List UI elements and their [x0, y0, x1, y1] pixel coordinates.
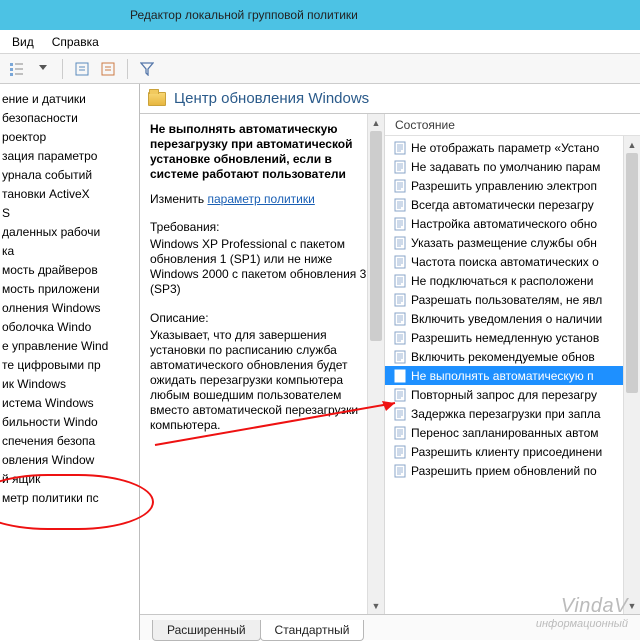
tree-item[interactable]: олнения Windows	[0, 299, 139, 318]
menu-help[interactable]: Справка	[52, 35, 99, 49]
description-text: Указывает, что для завершения установки …	[150, 328, 374, 433]
policy-list-panel: Состояние Не отображать параметр «Устано…	[385, 114, 640, 614]
toolbar-separator	[127, 59, 128, 79]
tree-item[interactable]: мость драйверов	[0, 261, 139, 280]
tree-item[interactable]: овления Window	[0, 451, 139, 470]
policy-row[interactable]: Включить рекомендуемые обнов	[385, 347, 640, 366]
tree-item[interactable]: спечения безопа	[0, 432, 139, 451]
tree-item[interactable]: метр политики пс	[0, 489, 139, 508]
description-panel: Не выполнять автоматическую перезагрузку…	[140, 114, 385, 614]
policy-row[interactable]: Указать размещение службы обн	[385, 233, 640, 252]
folder-icon	[148, 92, 166, 106]
tree-item[interactable]: S	[0, 204, 139, 223]
requirements-label: Требования:	[150, 220, 374, 235]
menubar: Вид Справка	[0, 30, 640, 54]
edit-policy-link[interactable]: параметр политики	[207, 192, 314, 206]
tree-item[interactable]: ик Windows	[0, 375, 139, 394]
policy-row-label: Разрешить клиенту присоединени	[411, 445, 602, 459]
policy-title: Не выполнять автоматическую перезагрузку…	[150, 122, 374, 182]
tree-item[interactable]: безопасности	[0, 109, 139, 128]
policy-row[interactable]: Разрешать пользователям, не явл	[385, 290, 640, 309]
scroll-up-icon[interactable]: ▲	[624, 136, 640, 153]
policy-row-label: Перенос запланированных автом	[411, 426, 599, 440]
tab-bar: Расширенный Стандартный	[140, 614, 640, 640]
tree-item[interactable]: роектор	[0, 128, 139, 147]
tree-item[interactable]: зация параметро	[0, 147, 139, 166]
policy-row[interactable]: Не отображать параметр «Устано	[385, 138, 640, 157]
policy-row[interactable]: Включить уведомления о наличии	[385, 309, 640, 328]
edit-label: Изменить	[150, 192, 204, 206]
tree-item[interactable]: те цифровыми пр	[0, 356, 139, 375]
policy-row-label: Разрешать пользователям, не явл	[411, 293, 602, 307]
tree-item[interactable]: й ящик	[0, 470, 139, 489]
toolbar-separator	[62, 59, 63, 79]
toolbar-dropdown-icon[interactable]	[34, 60, 52, 78]
policy-row-label: Указать размещение службы обн	[411, 236, 597, 250]
description-label: Описание:	[150, 311, 374, 326]
tree-item[interactable]: оболочка Windo	[0, 318, 139, 337]
tree-item[interactable]: бильности Windo	[0, 413, 139, 432]
content-header: Центр обновления Windows	[140, 84, 640, 114]
policy-row-label: Частота поиска автоматических о	[411, 255, 599, 269]
menu-view[interactable]: Вид	[12, 35, 34, 49]
tree-item[interactable]: урнала событий	[0, 166, 139, 185]
tree-item[interactable]: истема Windows	[0, 394, 139, 413]
scroll-down-icon[interactable]: ▼	[368, 597, 384, 614]
policy-row[interactable]: Не задавать по умолчанию парам	[385, 157, 640, 176]
edit-policy-line: Изменить параметр политики	[150, 192, 374, 206]
tree-item[interactable]: ка	[0, 242, 139, 261]
toolbar-filter-icon[interactable]	[138, 60, 156, 78]
window-titlebar: Редактор локальной групповой политики	[0, 0, 640, 30]
policy-row[interactable]: Не выполнять автоматическую п	[385, 366, 640, 385]
tree-item[interactable]: даленных рабочи	[0, 223, 139, 242]
toolbar-export-icon[interactable]	[99, 60, 117, 78]
policy-row[interactable]: Частота поиска автоматических о	[385, 252, 640, 271]
policy-row-label: Разрешить управлению электроп	[411, 179, 597, 193]
tree-panel[interactable]: ение и датчикибезопасностироекторзация п…	[0, 84, 140, 640]
policy-row[interactable]: Не подключаться к расположени	[385, 271, 640, 290]
policy-row[interactable]: Разрешить прием обновлений по	[385, 461, 640, 480]
tree-item[interactable]: мость приложени	[0, 280, 139, 299]
right-pane: Центр обновления Windows Не выполнять ав…	[140, 84, 640, 640]
scroll-thumb[interactable]	[370, 131, 382, 341]
scroll-thumb[interactable]	[626, 153, 638, 393]
scroll-down-icon[interactable]: ▼	[624, 597, 640, 614]
policy-row-label: Задержка перезагрузки при запла	[411, 407, 601, 421]
policy-row[interactable]: Разрешить немедленную установ	[385, 328, 640, 347]
column-header-state[interactable]: Состояние	[385, 114, 640, 136]
tree-item[interactable]: ение и датчики	[0, 90, 139, 109]
policy-row[interactable]: Повторный запрос для перезагру	[385, 385, 640, 404]
list-scrollbar[interactable]: ▲ ▼	[623, 136, 640, 614]
policy-row-label: Повторный запрос для перезагру	[411, 388, 597, 402]
policy-row-label: Включить уведомления о наличии	[411, 312, 602, 326]
policy-row-label: Включить рекомендуемые обнов	[411, 350, 595, 364]
policy-row-label: Не задавать по умолчанию парам	[411, 160, 600, 174]
policy-row-label: Всегда автоматически перезагру	[411, 198, 594, 212]
policy-row[interactable]: Разрешить клиенту присоединени	[385, 442, 640, 461]
tab-extended[interactable]: Расширенный	[152, 620, 261, 641]
policy-row-label: Не отображать параметр «Устано	[411, 141, 599, 155]
tab-standard[interactable]: Стандартный	[260, 620, 365, 641]
requirements-text: Windows XP Professional с пакетом обновл…	[150, 237, 374, 297]
policy-row[interactable]: Разрешить управлению электроп	[385, 176, 640, 195]
policy-row[interactable]: Задержка перезагрузки при запла	[385, 404, 640, 423]
scroll-up-icon[interactable]: ▲	[368, 114, 384, 131]
policy-row-label: Настройка автоматического обно	[411, 217, 597, 231]
policy-row[interactable]: Перенос запланированных автом	[385, 423, 640, 442]
tree-item[interactable]: тановки ActiveX	[0, 185, 139, 204]
toolbar-properties-icon[interactable]	[73, 60, 91, 78]
policy-row[interactable]: Всегда автоматически перезагру	[385, 195, 640, 214]
policy-row-label: Разрешить прием обновлений по	[411, 464, 597, 478]
policy-row-label: Не выполнять автоматическую п	[411, 369, 594, 383]
toolbar-list-icon[interactable]	[8, 60, 26, 78]
policy-row[interactable]: Настройка автоматического обно	[385, 214, 640, 233]
policy-row-label: Разрешить немедленную установ	[411, 331, 599, 345]
policy-row-label: Не подключаться к расположени	[411, 274, 594, 288]
tree-item[interactable]: е управление Wind	[0, 337, 139, 356]
desc-scrollbar[interactable]: ▲ ▼	[367, 114, 384, 614]
window-title: Редактор локальной групповой политики	[130, 8, 358, 22]
content-title: Центр обновления Windows	[174, 90, 369, 107]
toolbar	[0, 54, 640, 84]
